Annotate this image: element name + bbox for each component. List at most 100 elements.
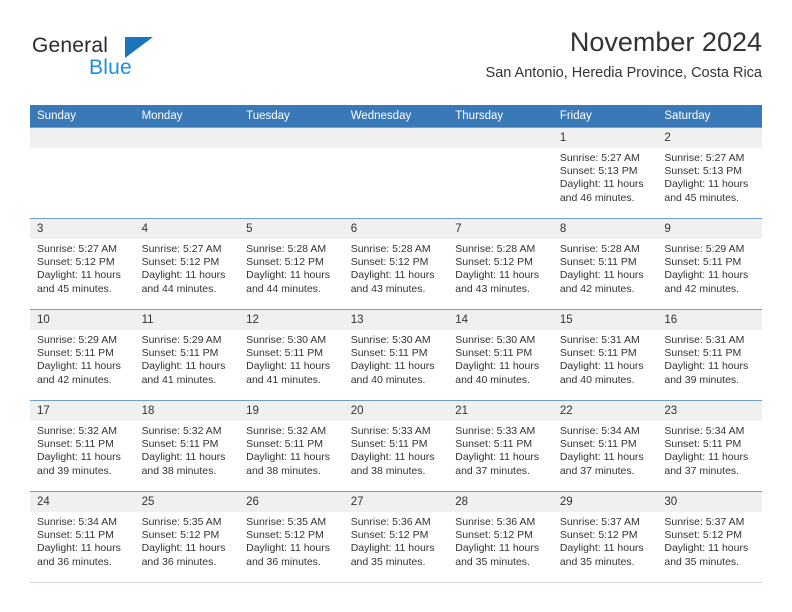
calendar-week-row: 10 Sunrise: 5:29 AM Sunset: 5:11 PM Dayligh… [30,309,762,401]
daylight-text-line2: and 44 minutes. [141,282,217,295]
daylight-text-line1: Daylight: 11 hours [559,178,644,191]
calendar-day-cell[interactable]: 16 Sunrise: 5:31 AM Sunset: 5:11 PM Dayligh… [657,309,762,401]
sunset-text: Sunset: 5:12 PM [350,529,429,542]
day-details: Sunrise: 5:33 AM Sunset: 5:11 PM Daylight:… [448,421,553,478]
calendar-grid: Sunday Monday Tuesday Wednesday Thursday… [30,105,762,583]
daylight-text-line1: Daylight: 11 hours [455,451,540,464]
day-details: Sunrise: 5:28 AM Sunset: 5:12 PM Daylight:… [448,239,553,296]
day-number: 15 [552,310,658,330]
day-number [134,128,240,148]
sunset-text: Sunset: 5:11 PM [350,438,428,451]
calendar-day-cell[interactable]: 18 Sunrise: 5:32 AM Sunset: 5:11 PM Dayligh… [134,400,240,492]
calendar-day-cell[interactable]: 30 Sunrise: 5:37 AM Sunset: 5:12 PM Dayligh… [657,491,762,583]
sunset-text: Sunset: 5:11 PM [37,438,114,451]
daylight-text-line2: and 38 minutes. [141,464,217,477]
calendar-day-cell[interactable]: 2 Sunrise: 5:27 AM Sunset: 5:13 PM Daylight… [657,127,762,219]
day-number: 24 [30,492,135,512]
sunset-text: Sunset: 5:12 PM [141,529,220,542]
calendar-day-cell[interactable]: 28 Sunrise: 5:36 AM Sunset: 5:12 PM Dayligh… [448,491,553,583]
day-number: 5 [239,219,344,239]
sunset-text: Sunset: 5:11 PM [37,347,114,360]
calendar-day-cell[interactable]: 27 Sunrise: 5:36 AM Sunset: 5:12 PM Dayligh… [343,491,449,583]
sunset-text: Sunset: 5:12 PM [455,256,533,269]
sunrise-text: Sunrise: 5:27 AM [37,243,117,255]
calendar-day-cell[interactable]: 26 Sunrise: 5:35 AM Sunset: 5:12 PM Dayligh… [239,491,344,583]
day-number: 20 [343,401,449,421]
calendar-day-cell[interactable]: 7 Sunrise: 5:28 AM Sunset: 5:12 PM Daylight… [448,218,553,310]
calendar-day-cell[interactable]: 21 Sunrise: 5:33 AM Sunset: 5:11 PM Dayligh… [448,400,553,492]
calendar-body: 1 Sunrise: 5:27 AM Sunset: 5:13 PM Daylight… [30,127,762,583]
calendar-day-cell[interactable]: 4 Sunrise: 5:27 AM Sunset: 5:12 PM Daylight… [134,218,240,310]
calendar-day-cell[interactable]: 20 Sunrise: 5:33 AM Sunset: 5:11 PM Dayligh… [343,400,449,492]
calendar-day-cell[interactable]: 13 Sunrise: 5:30 AM Sunset: 5:11 PM Dayligh… [343,309,449,401]
calendar-week-row: 1 Sunrise: 5:27 AM Sunset: 5:13 PM Daylight… [30,127,762,219]
daylight-text-line1: Daylight: 11 hours [350,542,435,555]
daylight-text-line1: Daylight: 11 hours [350,451,435,464]
calendar-page: General Blue November 2024 San Antonio, … [0,0,792,612]
logo-triangle-icon [125,37,153,58]
day-number: 28 [448,492,553,512]
title-block: November 2024 San Antonio, Heredia Provi… [486,26,762,82]
page-title: November 2024 [569,27,762,57]
weekday-header-saturday: Saturday [657,105,762,128]
calendar-day-cell[interactable]: 8 Sunrise: 5:28 AM Sunset: 5:11 PM Daylight… [552,218,658,310]
day-number: 12 [239,310,344,330]
daylight-text-line2: and 42 minutes. [37,373,112,386]
daylight-text-line1: Daylight: 11 hours [664,178,749,191]
daylight-text-line2: and 40 minutes. [350,373,426,386]
daylight-text-line2: and 43 minutes. [350,282,426,295]
sunrise-text: Sunrise: 5:32 AM [37,425,117,437]
calendar-day-cell[interactable]: 10 Sunrise: 5:29 AM Sunset: 5:11 PM Dayligh… [30,309,135,401]
day-details: Sunrise: 5:33 AM Sunset: 5:11 PM Daylight:… [344,421,449,478]
day-details: Sunrise: 5:34 AM Sunset: 5:11 PM Daylight:… [30,512,135,569]
calendar-day-cell[interactable]: 23 Sunrise: 5:34 AM Sunset: 5:11 PM Dayligh… [657,400,762,492]
sunset-text: Sunset: 5:13 PM [559,165,638,178]
calendar-day-cell[interactable]: 9 Sunrise: 5:29 AM Sunset: 5:11 PM Daylight… [657,218,762,310]
day-details: Sunrise: 5:29 AM Sunset: 5:11 PM Daylight:… [30,330,135,387]
day-number: 19 [239,401,344,421]
calendar-day-cell[interactable]: 24 Sunrise: 5:34 AM Sunset: 5:11 PM Dayligh… [30,491,135,583]
sunrise-text: Sunrise: 5:37 AM [664,516,745,528]
daylight-text-line2: and 35 minutes. [455,555,530,568]
daylight-text-line1: Daylight: 11 hours [455,269,540,282]
calendar-day-cell[interactable]: 17 Sunrise: 5:32 AM Sunset: 5:11 PM Dayligh… [30,400,135,492]
day-details: Sunrise: 5:37 AM Sunset: 5:12 PM Daylight:… [657,512,762,569]
calendar-day-cell[interactable]: 19 Sunrise: 5:32 AM Sunset: 5:11 PM Dayligh… [239,400,344,492]
calendar-day-cell[interactable]: 14 Sunrise: 5:30 AM Sunset: 5:11 PM Dayligh… [448,309,553,401]
calendar-day-cell[interactable]: 6 Sunrise: 5:28 AM Sunset: 5:12 PM Daylight… [343,218,449,310]
daylight-text-line1: Daylight: 11 hours [37,451,121,464]
sunrise-text: Sunrise: 5:31 AM [664,334,745,346]
daylight-text-line2: and 37 minutes. [455,464,530,477]
sunrise-text: Sunrise: 5:35 AM [141,516,222,528]
page-header: General Blue November 2024 San Antonio, … [30,26,762,96]
day-number: 23 [657,401,762,421]
sunset-text: Sunset: 5:12 PM [350,256,429,269]
calendar-day-cell[interactable]: 1 Sunrise: 5:27 AM Sunset: 5:13 PM Daylight… [552,127,658,219]
daylight-text-line2: and 39 minutes. [664,373,740,386]
day-number: 8 [552,219,658,239]
calendar-day-cell[interactable]: 11 Sunrise: 5:29 AM Sunset: 5:11 PM Dayligh… [134,309,240,401]
daylight-text-line1: Daylight: 11 hours [559,542,644,555]
sunset-text: Sunset: 5:11 PM [141,438,219,451]
daylight-text-line1: Daylight: 11 hours [141,542,226,555]
weekday-header-monday: Monday [134,105,240,128]
calendar-day-cell[interactable]: 25 Sunrise: 5:35 AM Sunset: 5:12 PM Dayligh… [134,491,240,583]
daylight-text-line2: and 43 minutes. [455,282,530,295]
sunset-text: Sunset: 5:11 PM [664,256,742,269]
weekday-header-tuesday: Tuesday [239,105,344,128]
calendar-day-cell[interactable]: 12 Sunrise: 5:30 AM Sunset: 5:11 PM Dayligh… [239,309,344,401]
calendar-day-cell-empty [239,127,344,219]
calendar-day-cell[interactable]: 22 Sunrise: 5:34 AM Sunset: 5:11 PM Dayligh… [552,400,658,492]
calendar-day-cell[interactable]: 29 Sunrise: 5:37 AM Sunset: 5:12 PM Dayligh… [552,491,658,583]
sunrise-text: Sunrise: 5:31 AM [559,334,640,346]
daylight-text-line1: Daylight: 11 hours [37,360,121,373]
day-details: Sunrise: 5:27 AM Sunset: 5:13 PM Daylight:… [657,148,762,205]
daylight-text-line2: and 35 minutes. [350,555,426,568]
general-blue-logo[interactable]: General Blue [30,34,250,90]
calendar-day-cell[interactable]: 15 Sunrise: 5:31 AM Sunset: 5:11 PM Dayligh… [552,309,658,401]
daylight-text-line1: Daylight: 11 hours [559,360,644,373]
calendar-day-cell[interactable]: 5 Sunrise: 5:28 AM Sunset: 5:12 PM Daylight… [239,218,344,310]
sunset-text: Sunset: 5:11 PM [455,347,533,360]
calendar-day-cell[interactable]: 3 Sunrise: 5:27 AM Sunset: 5:12 PM Daylight… [30,218,135,310]
day-number: 7 [448,219,553,239]
